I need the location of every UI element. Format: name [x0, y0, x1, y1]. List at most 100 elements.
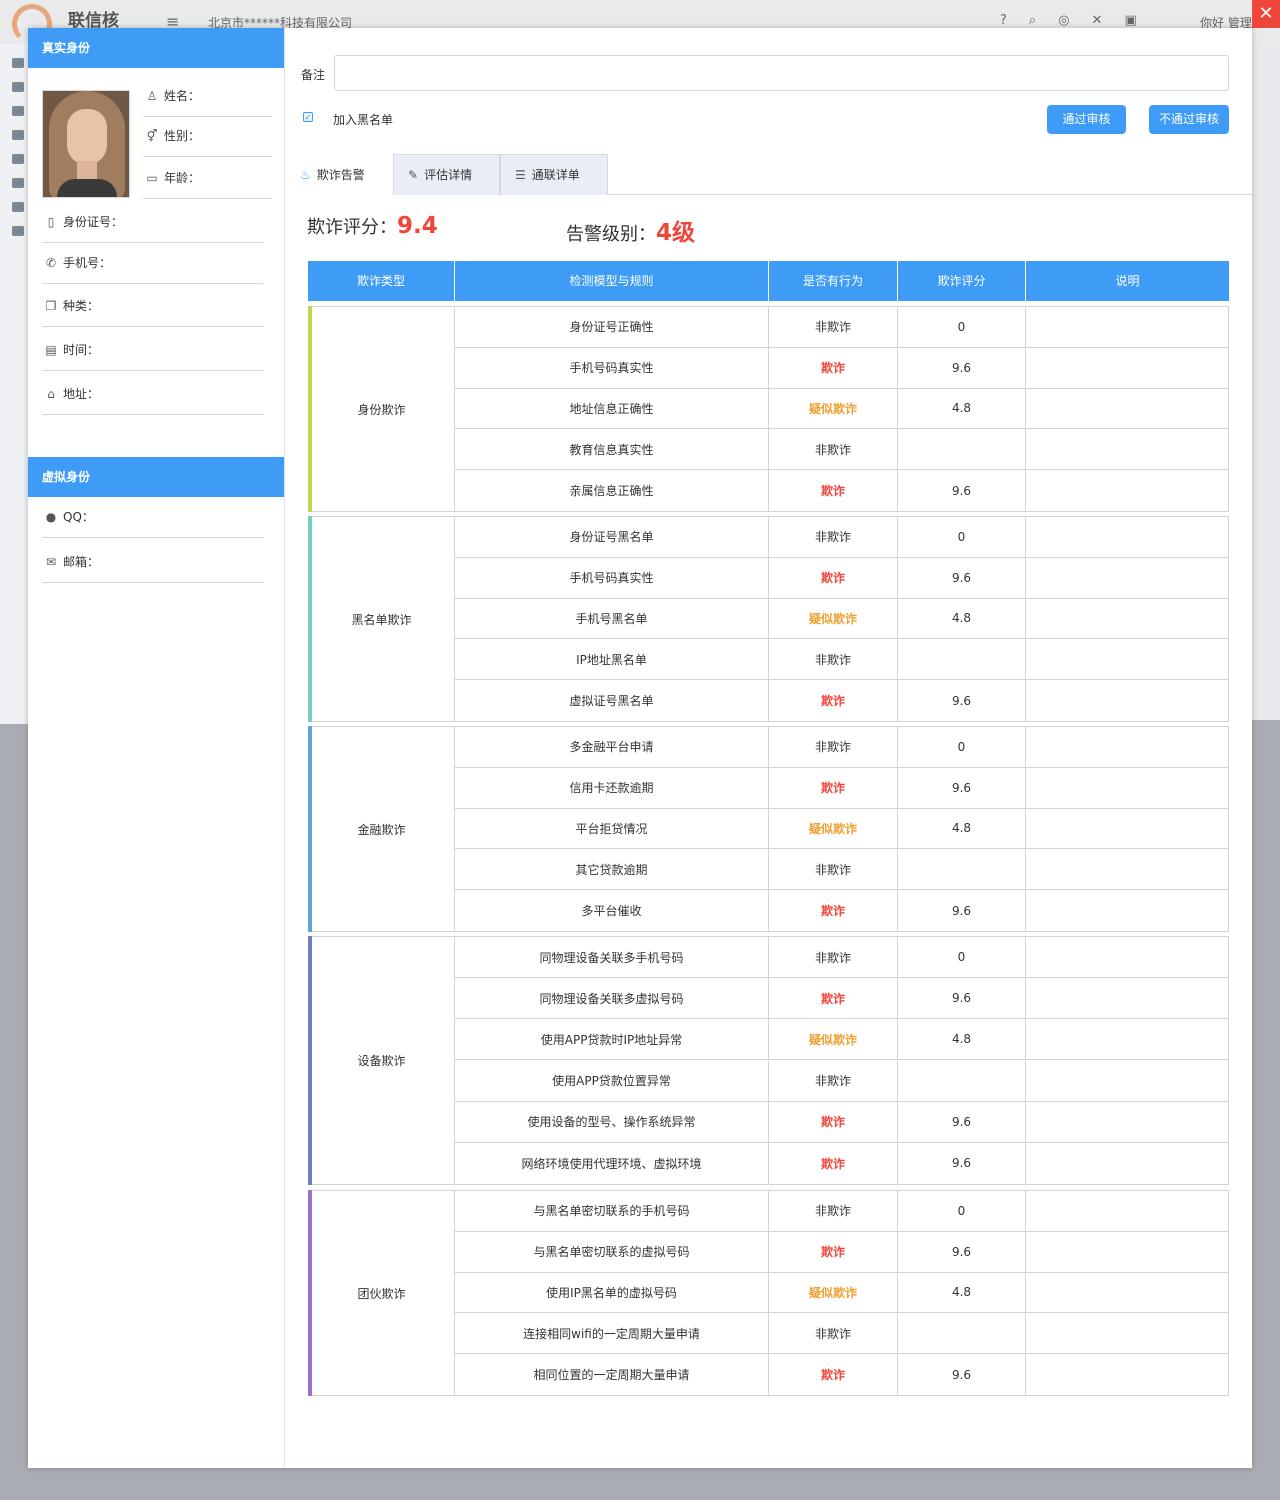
cell-note: [1026, 348, 1229, 388]
cell-note: [1026, 1232, 1229, 1272]
avatar-photo: [42, 90, 130, 198]
table-row: 身份证号正确性 非欺诈 0: [455, 307, 1229, 348]
tab-assessment[interactable]: ✎ 评估详情: [393, 154, 500, 195]
table-row: 同物理设备关联多虚拟号码 欺诈 9.6: [455, 978, 1229, 1020]
field-name: ♙ 姓名：: [143, 75, 272, 117]
cell-note: [1026, 1061, 1229, 1101]
field-label: 时间：: [63, 343, 100, 357]
cell-note: [1026, 470, 1229, 511]
tab-fraud-alert[interactable]: ♨ 欺诈告警: [285, 154, 393, 196]
field-label: 手机号：: [63, 256, 112, 270]
approve-button[interactable]: 通过审核: [1047, 105, 1126, 134]
nav-icon[interactable]: [12, 82, 24, 92]
nav-icon[interactable]: [12, 106, 24, 116]
field-label: 年龄：: [164, 171, 201, 185]
cell-score: 9.6: [898, 347, 1026, 388]
nav-icon[interactable]: [12, 202, 24, 212]
fraud-group: 金融欺诈 多金融平台申请 非欺诈 0 信用卡还款逾期 欺诈 9.6 平台拒贷情况 疑似欺诈 4.8…: [308, 726, 1229, 932]
table-row: 手机号码真实性 欺诈 9.6: [455, 347, 1229, 389]
cell-note: [1026, 1354, 1229, 1395]
cell-score: 9.6: [898, 890, 1026, 931]
fraud-detail-modal: 真实身份 ♙ 姓名： ⚥ 性别： ▭ 年龄： ▯ 身份证号： ✆ 手机号： ❐ …: [28, 28, 1252, 1468]
field-label: 性别：: [164, 129, 201, 143]
target-icon[interactable]: ◎: [1058, 13, 1069, 28]
cell-rule: 网络环境使用代理环境、虚拟环境: [455, 1142, 769, 1184]
group-name: 设备欺诈: [309, 937, 455, 1184]
field-label: 邮箱：: [63, 555, 100, 569]
cell-status: 欺诈: [769, 890, 898, 931]
nav-icon[interactable]: [12, 154, 24, 164]
image-icon[interactable]: ▣: [1124, 13, 1136, 28]
app-sidebar: [0, 44, 28, 724]
cell-rule: 使用APP贷款时IP地址异常: [455, 1019, 769, 1060]
real-identity-header: 真实身份: [28, 28, 284, 68]
cell-score: 9.6: [898, 680, 1026, 721]
cell-status: 欺诈: [769, 978, 898, 1019]
field-age: ▭ 年龄：: [143, 157, 272, 199]
field-email: ✉ 邮箱：: [42, 541, 263, 583]
field-address: ⌂ 地址：: [42, 373, 263, 415]
field-label: QQ：: [63, 510, 94, 524]
cell-score: 9.6: [898, 1354, 1026, 1395]
fraud-group: 团伙欺诈 与黑名单密切联系的手机号码 非欺诈 0 与黑名单密切联系的虚拟号码 欺诈 9.6 使…: [308, 1190, 1229, 1396]
tab-bar: ♨ 欺诈告警 ✎ 评估详情 ☰ 通联详单: [285, 154, 1252, 196]
group-name: 金融欺诈: [309, 727, 455, 931]
table-header: 欺诈类型 检测模型与规则 是否有行为 欺诈评分 说明: [308, 261, 1229, 301]
cell-score: 0: [898, 517, 1026, 557]
cell-rule: 同物理设备关联多虚拟号码: [455, 978, 769, 1019]
search-icon[interactable]: ⌕: [1029, 13, 1036, 28]
cell-rule: 教育信息真实性: [455, 429, 769, 470]
cell-status: 欺诈: [769, 347, 898, 388]
col-note: 说明: [1026, 261, 1229, 301]
table-row: 手机号黑名单 疑似欺诈 4.8: [455, 598, 1229, 640]
nav-icon[interactable]: [12, 178, 24, 188]
cell-status: 欺诈: [769, 680, 898, 721]
cell-status: 非欺诈: [769, 517, 898, 557]
cell-note: [1026, 558, 1229, 598]
alarm-icon: ♨: [300, 168, 311, 182]
user-icon: ♙: [146, 88, 158, 103]
cell-score: [898, 849, 1026, 890]
close-button[interactable]: ✕: [1252, 0, 1280, 28]
cell-status: 欺诈: [769, 1231, 898, 1272]
cell-status: 非欺诈: [769, 727, 898, 767]
cell-note: [1026, 727, 1229, 767]
fraud-group: 身份欺诈 身份证号正确性 非欺诈 0 手机号码真实性 欺诈 9.6 地址信息正确性 疑似欺诈 4.…: [308, 306, 1229, 512]
table-row: 地址信息正确性 疑似欺诈 4.8: [455, 388, 1229, 430]
blacklist-checkbox[interactable]: ✓: [303, 112, 313, 122]
nav-icon[interactable]: [12, 226, 24, 236]
fraud-score-label: 欺诈评分：: [307, 217, 397, 238]
cell-rule: 使用APP贷款位置异常: [455, 1060, 769, 1101]
phone-icon: ✆: [45, 255, 57, 270]
cell-note: [1026, 1102, 1229, 1142]
alert-level-value: 4级: [656, 220, 696, 246]
nav-icon[interactable]: [12, 58, 24, 68]
table-row: 教育信息真实性 非欺诈: [455, 429, 1229, 471]
table-row: 使用IP黑名单的虚拟号码 疑似欺诈 4.8: [455, 1272, 1229, 1314]
id-card-icon: ▯: [47, 214, 55, 229]
calendar-icon: ▭: [146, 170, 158, 185]
cell-rule: 手机号黑名单: [455, 598, 769, 639]
remark-input[interactable]: [334, 55, 1229, 91]
cell-rule: 信用卡还款逾期: [455, 767, 769, 808]
cell-status: 疑似欺诈: [769, 1272, 898, 1313]
fullscreen-icon[interactable]: ✕: [1092, 13, 1103, 28]
help-icon[interactable]: ?: [1000, 13, 1007, 28]
cell-status: 非欺诈: [769, 1191, 898, 1231]
cell-score: 9.6: [898, 978, 1026, 1019]
tab-label: 欺诈告警: [316, 168, 365, 182]
reject-button[interactable]: 不通过审核: [1149, 105, 1229, 134]
tab-call-records[interactable]: ☰ 通联详单: [500, 154, 608, 195]
cell-score: 4.8: [898, 808, 1026, 849]
app-background-right: [1252, 44, 1280, 720]
cell-note: [1026, 517, 1229, 557]
cell-status: 非欺诈: [769, 639, 898, 680]
cell-rule: 地址信息正确性: [455, 388, 769, 429]
cell-rule: 相同位置的一定周期大量申请: [455, 1354, 769, 1395]
cell-status: 疑似欺诈: [769, 598, 898, 639]
cell-score: 9.6: [898, 557, 1026, 598]
gender-icon: ⚥: [146, 128, 158, 143]
field-qq: ● QQ：: [42, 496, 263, 538]
nav-icon[interactable]: [12, 130, 24, 140]
group-name: 黑名单欺诈: [309, 517, 455, 721]
